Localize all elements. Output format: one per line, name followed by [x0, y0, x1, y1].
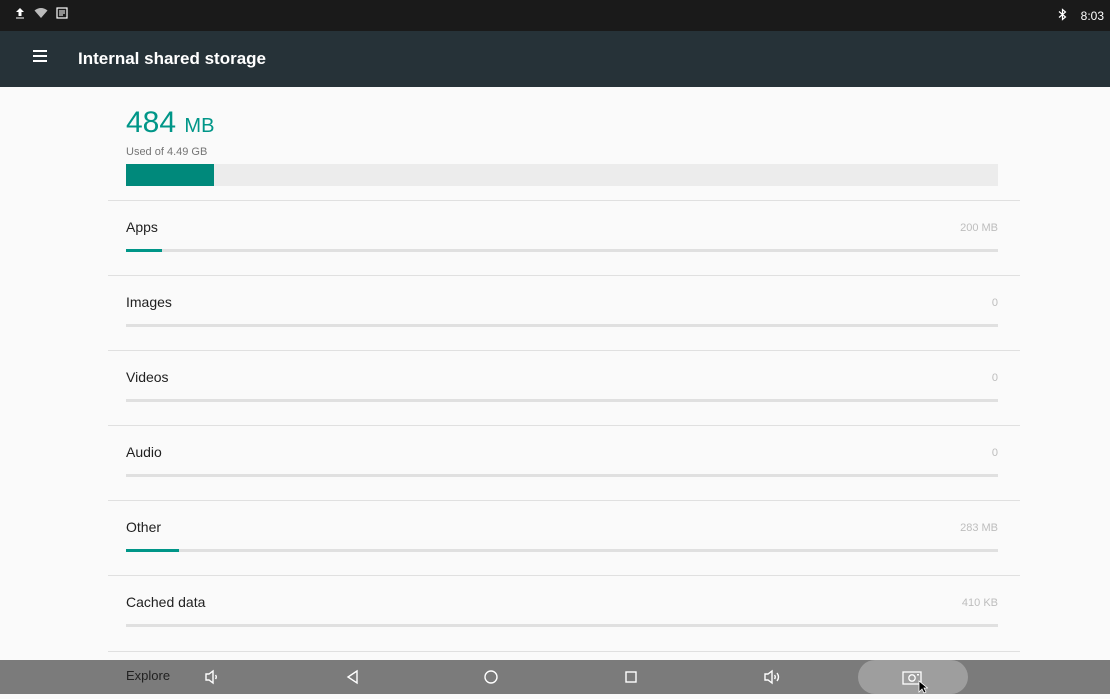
category-videos[interactable]: Videos 0 — [108, 351, 1020, 426]
category-bar — [126, 249, 998, 252]
category-other[interactable]: Other 283 MB — [108, 501, 1020, 576]
bluetooth-icon — [1058, 8, 1067, 24]
category-label: Other — [126, 519, 162, 535]
category-label: Images — [126, 294, 172, 310]
page-title: Internal shared storage — [78, 49, 267, 68]
storage-icon — [56, 7, 68, 22]
explore-button[interactable]: Explore — [126, 668, 170, 683]
category-bar — [126, 624, 998, 627]
category-label: Cached data — [126, 594, 206, 610]
category-bar-fill — [126, 249, 162, 252]
clock-text: 8:03 — [1080, 9, 1104, 23]
storage-content: 484 MB Used of 4.49 GB Apps 200 MB Image… — [0, 87, 1110, 660]
storage-summary: 484 MB Used of 4.49 GB — [126, 105, 998, 186]
category-images[interactable]: Images 0 — [108, 276, 1020, 351]
category-bar — [126, 399, 998, 402]
category-size: 0 — [991, 297, 998, 309]
category-size: 0 — [991, 372, 998, 384]
storage-usage-fill — [126, 164, 215, 186]
storage-usage-bar — [126, 164, 998, 186]
category-size: 283 MB — [960, 522, 998, 534]
category-label: Apps — [126, 219, 158, 235]
volume-up-icon[interactable] — [759, 665, 785, 689]
home-icon[interactable] — [478, 665, 504, 689]
category-apps[interactable]: Apps 200 MB — [108, 201, 1020, 276]
category-bar — [126, 474, 998, 477]
category-bar — [126, 549, 998, 552]
used-unit: MB — [184, 115, 215, 137]
category-size: 410 KB — [961, 597, 998, 609]
menu-icon[interactable] — [28, 47, 52, 71]
navigation-bar: Explore — [0, 660, 1110, 694]
category-label: Audio — [126, 444, 162, 460]
wifi-icon — [34, 7, 48, 22]
divider — [108, 651, 1020, 652]
category-audio[interactable]: Audio 0 — [108, 426, 1020, 501]
category-size: 200 MB — [960, 222, 998, 234]
used-amount: 484 MB — [126, 105, 998, 144]
recents-icon[interactable] — [618, 665, 644, 689]
used-value: 484 — [126, 106, 177, 139]
category-label: Videos — [126, 369, 169, 385]
category-bar-fill — [126, 549, 180, 552]
category-bar — [126, 324, 998, 327]
category-cached-data[interactable]: Cached data 410 KB — [108, 576, 1020, 651]
used-of-total: Used of 4.49 GB — [126, 146, 208, 158]
status-bar: 8:03 — [0, 0, 1110, 31]
mouse-cursor-icon — [918, 680, 929, 699]
category-size: 0 — [991, 447, 998, 459]
app-bar: Internal shared storage — [0, 31, 1110, 87]
volume-down-icon[interactable] — [199, 665, 225, 689]
upload-icon — [14, 7, 26, 22]
back-icon[interactable] — [340, 665, 366, 689]
